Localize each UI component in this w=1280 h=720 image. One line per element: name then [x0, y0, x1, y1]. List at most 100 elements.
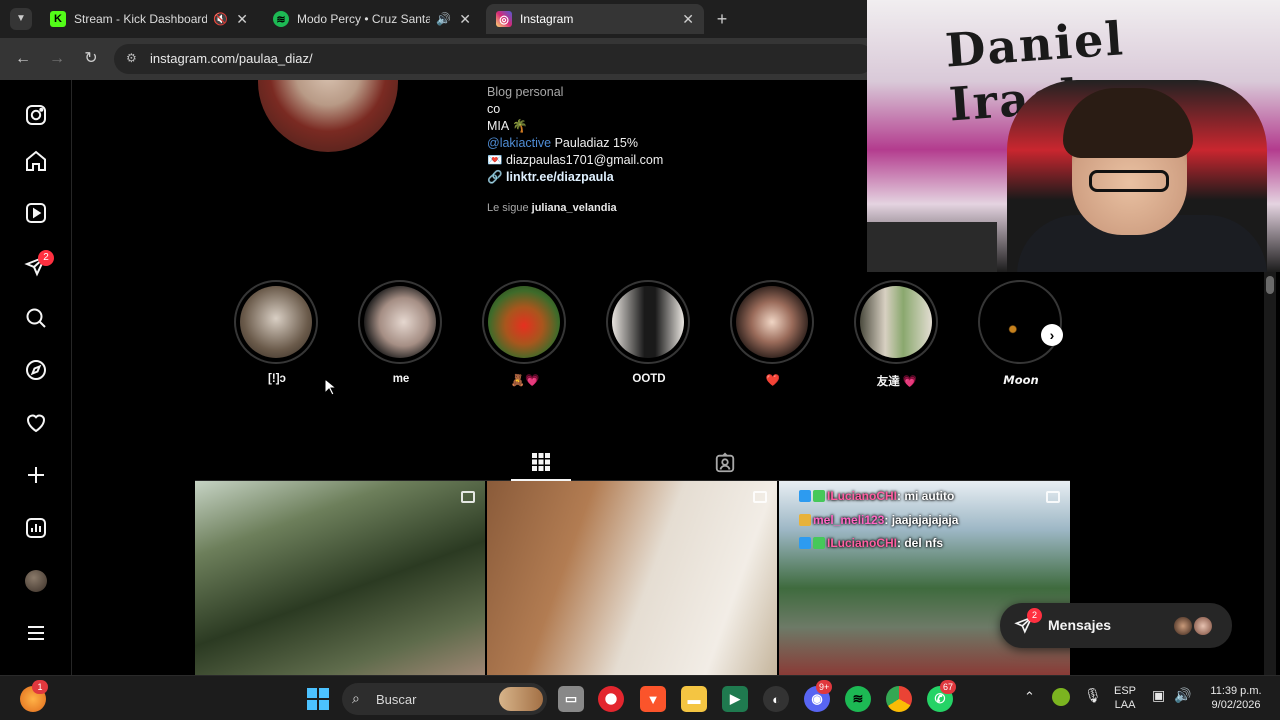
tab-posts-grid-icon[interactable] [511, 444, 571, 481]
create-plus-icon[interactable] [22, 461, 50, 489]
clock-date: 9/02/2026 [1211, 699, 1261, 711]
forward-arrow-icon[interactable]: → [46, 48, 68, 70]
keyboard-layout: LAA [1114, 699, 1136, 711]
bio-link-line[interactable]: 🔗 linktr.ee/diazpaula [487, 170, 614, 185]
app-icon[interactable]: ◐ [763, 686, 789, 712]
highlight-label: 🧸💗 [510, 375, 540, 387]
chat-badge-icon [813, 537, 825, 549]
tab-instagram[interactable]: ◎ Instagram ✕ [486, 4, 704, 34]
chat-text: : jaajajajajaja [884, 513, 959, 527]
scrollbar-thumb[interactable] [1266, 276, 1274, 294]
heart-icon[interactable] [22, 409, 50, 437]
muted-speaker-icon[interactable]: 🔇 [213, 12, 228, 26]
volume-icon[interactable]: 🔊 [1174, 688, 1191, 702]
dashboard-chart-icon[interactable] [22, 514, 50, 542]
profile-picture[interactable] [258, 80, 398, 152]
close-tab-icon[interactable]: ✕ [236, 11, 248, 28]
chat-badge-icon [799, 490, 811, 502]
tab-title: Stream - Kick Dashboard [74, 12, 208, 26]
tab-tagged-icon[interactable] [700, 444, 750, 481]
chrome-icon[interactable] [886, 686, 912, 712]
post-thumbnail[interactable] [195, 481, 485, 675]
highlight-label: me [392, 373, 410, 385]
close-tab-icon[interactable]: ✕ [459, 11, 471, 28]
messages-button[interactable]: 2 Mensajes [1000, 603, 1232, 648]
whatsapp-badge: 67 [940, 680, 957, 694]
new-tab-button[interactable]: + [711, 8, 733, 30]
story-highlight[interactable]: 友達 💗 [854, 280, 940, 389]
post-thumbnail[interactable] [487, 481, 777, 675]
scrollbar[interactable] [1264, 272, 1276, 675]
site-settings-icon[interactable]: ⚙ [126, 51, 137, 65]
carousel-icon [461, 491, 475, 503]
highlight-label: ❤️ [765, 375, 781, 387]
highlights-next-chevron-icon[interactable]: › [1041, 324, 1063, 346]
brave-icon[interactable]: ▼ [640, 686, 666, 712]
mention-link[interactable]: @lakiactive [487, 136, 551, 150]
task-view-icon[interactable]: ▭ [558, 686, 584, 712]
carousel-icon [1046, 491, 1060, 503]
highlight-label: 友達 💗 [876, 376, 918, 388]
instagram-logo-icon[interactable] [22, 101, 50, 129]
file-explorer-icon[interactable]: ▬ [681, 686, 707, 712]
speaker-icon[interactable]: 🔊 [436, 12, 451, 26]
widget-badge: 1 [32, 680, 48, 694]
highlight-label: 𝙈𝙤𝙤𝙣 [1003, 375, 1039, 387]
story-highlight[interactable]: OOTD [606, 280, 692, 385]
bio-email: 💌 diazpaulas1701@gmail.com [487, 153, 664, 167]
chevron-up-icon[interactable]: ⌃ [1024, 690, 1035, 704]
opera-icon[interactable] [598, 686, 624, 712]
tab-title: Instagram [520, 12, 574, 26]
spotify-icon[interactable]: ≋ [845, 686, 871, 712]
story-highlight[interactable]: me [358, 280, 444, 385]
close-tab-icon[interactable]: ✕ [682, 11, 694, 28]
bio-line: co [487, 102, 501, 116]
network-icon[interactable]: ▣ [1152, 688, 1165, 702]
followed-by-user[interactable]: juliana_velandia [532, 202, 617, 214]
desk [867, 222, 997, 272]
back-arrow-icon[interactable]: ← [12, 48, 34, 70]
search-icon[interactable] [22, 304, 50, 332]
clock[interactable]: 11:39 p.m. 9/02/2026 [1204, 684, 1268, 712]
discord-badge: 9+ [816, 680, 833, 694]
windows-taskbar: 1 ⌕ Buscar ▭ ▼ ▬ ▶ ◐ ◉ 9+ ≋ ✆ 67 ⌃ 🎙 ESP… [0, 675, 1280, 720]
tab-spotify[interactable]: ≋ Modo Percy • Cruz Santa 🔊 ✕ [263, 4, 481, 34]
reels-icon[interactable] [22, 199, 50, 227]
chat-message: ILucianoCHI: del nfs [799, 536, 943, 550]
app-icon[interactable]: ▶ [722, 686, 748, 712]
followed-by[interactable]: Le sigue juliana_velandia [487, 202, 617, 214]
menu-hamburger-icon[interactable] [22, 619, 50, 647]
followed-by-prefix: Le sigue [487, 202, 532, 214]
address-bar[interactable]: ⚙ instagram.com/paulaa_diaz/ [114, 44, 874, 74]
instagram-icon: ◎ [496, 11, 512, 27]
chat-message: mel_meli123: jaajajajajaja [799, 513, 958, 527]
link-chain-icon: 🔗 [487, 170, 507, 184]
microphone-icon[interactable]: 🎙 [1084, 688, 1102, 702]
tab-kick-dashboard[interactable]: K Stream - Kick Dashboard 🔇 ✕ [40, 4, 258, 34]
tray-app-icon[interactable] [1052, 688, 1070, 706]
tab-search-chevron-icon[interactable]: ▼ [10, 8, 32, 30]
language-indicator[interactable]: ESP LAA [1114, 684, 1136, 712]
profile-avatar-icon[interactable] [22, 567, 50, 595]
spotify-icon: ≋ [273, 11, 289, 27]
story-highlight[interactable]: [!]ↄ [234, 280, 320, 385]
home-icon[interactable] [22, 147, 50, 175]
chat-user: ILucianoCHI [827, 536, 898, 550]
reload-icon[interactable]: ↻ [80, 48, 102, 70]
story-highlight[interactable]: 🧸💗 [482, 280, 568, 387]
highlight-label: [!]ↄ [268, 373, 286, 385]
bio-category: Blog personal [487, 85, 564, 99]
tab-title: Modo Percy • Cruz Santa [297, 12, 431, 26]
chat-text: : del nfs [897, 536, 944, 550]
search-icon: ⌕ [352, 690, 360, 706]
chat-badge-icon [799, 514, 811, 526]
carousel-icon [753, 491, 767, 503]
mouse-cursor-icon [324, 378, 336, 396]
mention-text: Pauladiaz 15% [551, 136, 638, 150]
glasses [1089, 170, 1169, 192]
explore-compass-icon[interactable] [22, 356, 50, 384]
story-highlight[interactable]: ❤️ [730, 280, 816, 387]
bio-link[interactable]: linktr.ee/diazpaula [506, 170, 614, 184]
windows-start-icon[interactable] [305, 686, 331, 712]
taskbar-search[interactable]: ⌕ Buscar [342, 683, 547, 715]
